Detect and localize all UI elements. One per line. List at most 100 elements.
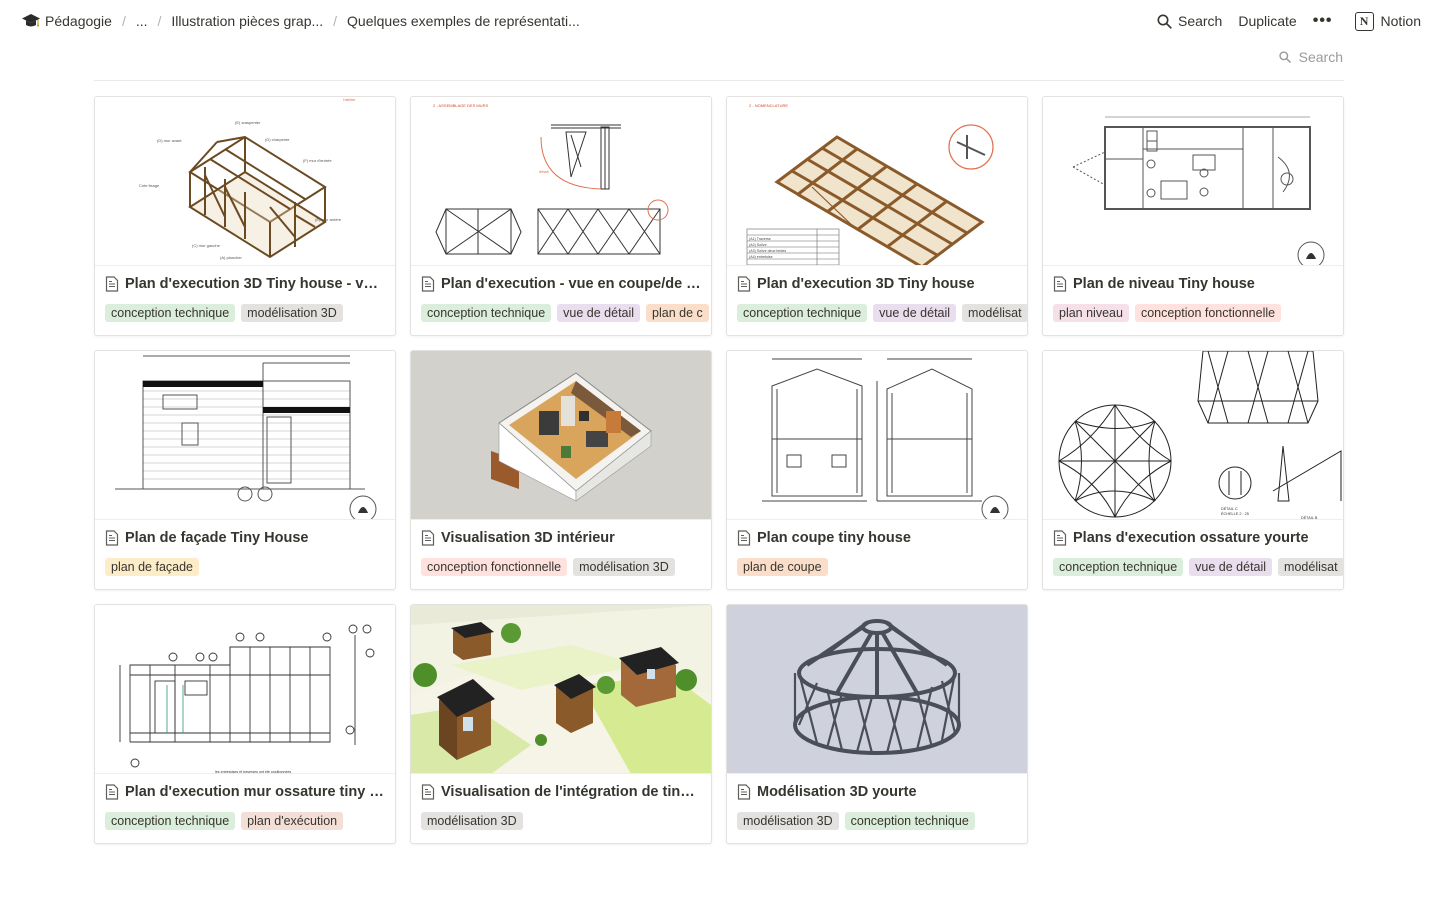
breadcrumb-separator: /	[333, 13, 338, 29]
card-title-text: Plan d'execution 3D Tiny house	[757, 276, 975, 292]
svg-text:(E) mur arrière: (E) mur arrière	[315, 217, 342, 222]
tag: plan de coupe	[737, 558, 828, 576]
breadcrumb-item-current-page[interactable]: Quelques exemples de représentati...	[345, 13, 582, 29]
card-title: Plan d'execution 3D Tiny house - vue ...	[105, 276, 385, 292]
svg-text:(E) sraspenter: (E) sraspenter	[235, 120, 261, 125]
svg-text:2 - NOMENCLATURE: 2 - NOMENCLATURE	[749, 103, 788, 108]
page-icon	[105, 784, 119, 800]
gallery-card[interactable]: les entretoises et traverses ont été pos…	[94, 604, 396, 844]
card-title-text: Plan de niveau Tiny house	[1073, 276, 1255, 292]
breadcrumb-item-illustration[interactable]: Illustration pièces grap...	[169, 13, 325, 29]
breadcrumb-separator: /	[157, 13, 162, 29]
topbar-actions: Search Duplicate ••• N Notion	[1141, 10, 1421, 32]
page-icon	[1053, 530, 1067, 546]
breadcrumb-separator: /	[121, 13, 126, 29]
breadcrumb-label: Illustration pièces grap...	[171, 13, 324, 29]
card-title: Plan d'execution mur ossature tiny ho...	[105, 784, 385, 800]
notion-button[interactable]: N Notion	[1354, 11, 1421, 31]
card-title-text: Plans d'execution ossature yourte	[1073, 530, 1309, 546]
more-icon: •••	[1312, 12, 1333, 29]
search-button[interactable]: Search	[1157, 13, 1222, 29]
gallery-card[interactable]: (E) sraspenter (D) charpente (D) mur avan…	[94, 96, 396, 336]
database-search[interactable]: Search	[1278, 49, 1343, 65]
more-options-button[interactable]: •••	[1313, 12, 1333, 30]
card-title-text: Plan d'execution 3D Tiny house - vue ...	[125, 276, 385, 292]
tag: plan de c	[646, 304, 709, 322]
card-cover-image: DÉTAIL C ÉCHELLE 2 : 25 DÉTAIL B	[1043, 351, 1343, 520]
page-icon	[737, 784, 751, 800]
breadcrumb-label: Quelques exemples de représentati...	[347, 13, 580, 29]
svg-text:ÉCHELLE 2 : 25: ÉCHELLE 2 : 25	[1221, 511, 1249, 516]
svg-text:les entretoises et traverses o: les entretoises et traverses ont été pos…	[215, 770, 291, 774]
gallery-card[interactable]: Visualisation 3D intérieur conception fo…	[410, 350, 712, 590]
card-tags: plan de coupe	[737, 558, 1027, 576]
page-icon	[105, 276, 119, 292]
page-icon	[1053, 276, 1067, 292]
gallery-card[interactable]: (A1) Traverse (A2) Solive (A3) Solive deux…	[726, 96, 1028, 336]
tag: modélisation 3D	[573, 558, 675, 576]
card-tags: conception technique plan d'exécution	[105, 812, 395, 830]
tag: modélisat	[962, 304, 1027, 322]
gallery-card[interactable]: Plan de façade Tiny House plan de façade	[94, 350, 396, 590]
tag: conception technique	[105, 812, 236, 830]
tag: conception fonctionnelle	[421, 558, 568, 576]
card-title-text: Plan d'execution - vue en coupe/de d...	[441, 276, 701, 292]
tag: conception technique	[1053, 558, 1184, 576]
card-title-text: Visualisation 3D intérieur	[441, 530, 615, 546]
breadcrumb-label: Pédagogie	[45, 13, 112, 29]
duplicate-label: Duplicate	[1238, 13, 1297, 29]
page-icon	[737, 530, 751, 546]
card-title-text: Modélisation 3D yourte	[757, 784, 917, 800]
card-tags: conception technique vue de détail modél…	[1053, 558, 1343, 576]
card-cover-image	[411, 605, 711, 774]
breadcrumb-item-pedagogie[interactable]: Pédagogie	[19, 12, 114, 30]
gallery-card[interactable]: Plan de niveau Tiny house plan niveau co…	[1042, 96, 1344, 336]
card-title: Modélisation 3D yourte	[737, 784, 1017, 800]
card-tags: conception fonctionnelle modélisation 3D	[421, 558, 711, 576]
card-cover-image: 2 - ASSEMBLAGE DES MURS détail	[411, 97, 711, 266]
card-tags: conception technique modélisation 3D	[105, 304, 395, 322]
card-cover-image: les entretoises et traverses ont été pos…	[95, 605, 395, 774]
tag: conception fonctionnelle	[1134, 304, 1282, 322]
breadcrumb-item-ellipsis[interactable]: ...	[134, 13, 150, 29]
svg-text:(A3) Solive deux brides: (A3) Solive deux brides	[749, 249, 786, 253]
card-title-text: Plan coupe tiny house	[757, 530, 911, 546]
breadcrumb: Pédagogie / ... / Illustration pièces gr…	[19, 10, 582, 32]
card-tags: conception technique vue de détail modél…	[737, 304, 1027, 322]
search-label: Search	[1177, 13, 1223, 29]
notion-logo-icon: N	[1354, 11, 1374, 31]
gallery-card[interactable]: Plan coupe tiny house plan de coupe	[726, 350, 1028, 590]
svg-text:(D) charpente: (D) charpente	[265, 137, 290, 142]
gallery-card[interactable]: Visualisation de l'intégration de tiny h…	[410, 604, 712, 844]
database-divider	[94, 80, 1344, 81]
gallery-card[interactable]: 2 - ASSEMBLAGE DES MURS détail Plan d'ex…	[410, 96, 712, 336]
card-title: Plan d'execution - vue en coupe/de d...	[421, 276, 701, 292]
gallery-card[interactable]: DÉTAIL C ÉCHELLE 2 : 25 DÉTAIL B Plans d'e…	[1042, 350, 1344, 590]
card-cover-image	[1043, 97, 1343, 266]
card-title: Plan de façade Tiny House	[105, 530, 385, 546]
card-title: Plan coupe tiny house	[737, 530, 1017, 546]
svg-text:(A) plancher: (A) plancher	[220, 255, 242, 260]
database-search-placeholder: Search	[1298, 49, 1343, 65]
card-cover-image	[95, 351, 395, 520]
card-cover-image: (A1) Traverse (A2) Solive (A3) Solive deux…	[727, 97, 1027, 266]
tag: modélisat	[1278, 558, 1343, 576]
tag: conception technique	[105, 304, 236, 322]
svg-text:(C) mur gauche: (C) mur gauche	[192, 243, 221, 248]
top-bar: Pédagogie / ... / Illustration pièces gr…	[0, 0, 1439, 42]
tag: modélisation 3D	[737, 812, 839, 830]
card-title-text: Plan de façade Tiny House	[125, 530, 309, 546]
page-icon	[105, 530, 119, 546]
tag: modélisation 3D	[421, 812, 523, 830]
svg-text:(F) mur d'entrée: (F) mur d'entrée	[303, 158, 332, 163]
page-icon	[421, 276, 435, 292]
tag: vue de détail	[1189, 558, 1273, 576]
gallery-card[interactable]: Modélisation 3D yourte modélisation 3D c…	[726, 604, 1028, 844]
search-icon	[1157, 14, 1172, 29]
tag: modélisation 3D	[241, 304, 343, 322]
duplicate-button[interactable]: Duplicate	[1238, 13, 1296, 29]
svg-text:2 - ASSEMBLAGE DES MURS: 2 - ASSEMBLAGE DES MURS	[433, 103, 488, 108]
notion-label: Notion	[1380, 13, 1421, 29]
card-cover-image	[411, 351, 711, 520]
search-icon	[1278, 51, 1291, 63]
